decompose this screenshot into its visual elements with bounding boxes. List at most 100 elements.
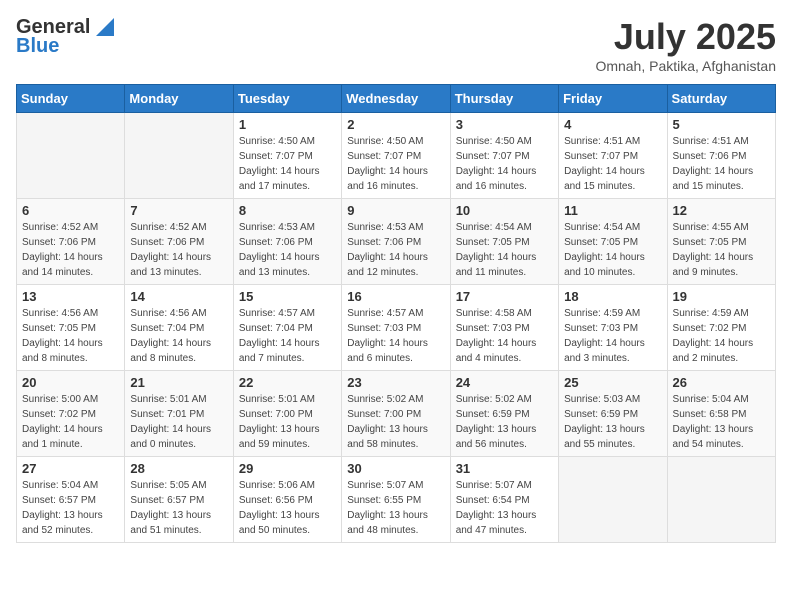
column-header-monday: Monday <box>125 85 233 113</box>
day-info: Sunrise: 5:03 AM Sunset: 6:59 PM Dayligh… <box>564 392 661 452</box>
day-info: Sunrise: 4:56 AM Sunset: 7:04 PM Dayligh… <box>130 306 227 366</box>
day-number: 1 <box>239 117 336 132</box>
day-number: 2 <box>347 117 444 132</box>
day-number: 25 <box>564 375 661 390</box>
calendar-cell: 18 Sunrise: 4:59 AM Sunset: 7:03 PM Dayli… <box>559 285 667 371</box>
day-info: Sunrise: 4:59 AM Sunset: 7:02 PM Dayligh… <box>673 306 770 366</box>
calendar-cell: 17Sunrise: 4:58 AM Sunset: 7:03 PM Dayli… <box>450 285 558 371</box>
day-info: Sunrise: 4:54 AM Sunset: 7:05 PM Dayligh… <box>564 220 661 280</box>
day-info: Sunrise: 4:54 AM Sunset: 7:05 PM Dayligh… <box>456 220 553 280</box>
day-number: 31 <box>456 461 553 476</box>
column-header-friday: Friday <box>559 85 667 113</box>
day-number: 20 <box>22 375 119 390</box>
calendar-cell: 21Sunrise: 5:01 AM Sunset: 7:01 PM Dayli… <box>125 371 233 457</box>
day-info: Sunrise: 5:04 AM Sunset: 6:58 PM Dayligh… <box>673 392 770 452</box>
calendar-cell: 19 Sunrise: 4:59 AM Sunset: 7:02 PM Dayli… <box>667 285 775 371</box>
day-info: Sunrise: 4:55 AM Sunset: 7:05 PM Dayligh… <box>673 220 770 280</box>
column-header-wednesday: Wednesday <box>342 85 450 113</box>
calendar-week-row: 20 Sunrise: 5:00 AM Sunset: 7:02 PM Dayli… <box>17 371 776 457</box>
column-header-sunday: Sunday <box>17 85 125 113</box>
day-number: 14 <box>130 289 227 304</box>
day-number: 18 <box>564 289 661 304</box>
day-info: Sunrise: 5:07 AM Sunset: 6:54 PM Dayligh… <box>456 478 553 538</box>
calendar-cell: 15 Sunrise: 4:57 AM Sunset: 7:04 PM Dayli… <box>233 285 341 371</box>
calendar-week-row: 1 Sunrise: 4:50 AM Sunset: 7:07 PM Daylig… <box>17 113 776 199</box>
day-number: 23 <box>347 375 444 390</box>
calendar-cell: 6 Sunrise: 4:52 AM Sunset: 7:06 PM Daylig… <box>17 199 125 285</box>
calendar-cell <box>559 457 667 543</box>
day-number: 8 <box>239 203 336 218</box>
page-header: General Blue July 2025 Omnah, Paktika, A… <box>16 16 776 74</box>
day-number: 3 <box>456 117 553 132</box>
day-info: Sunrise: 5:01 AM Sunset: 7:01 PM Dayligh… <box>130 392 227 452</box>
column-header-tuesday: Tuesday <box>233 85 341 113</box>
calendar-table: SundayMondayTuesdayWednesdayThursdayFrid… <box>16 84 776 543</box>
day-number: 10 <box>456 203 553 218</box>
calendar-cell: 4Sunrise: 4:51 AM Sunset: 7:07 PM Daylig… <box>559 113 667 199</box>
calendar-cell: 9Sunrise: 4:53 AM Sunset: 7:06 PM Daylig… <box>342 199 450 285</box>
page-title: July 2025 <box>595 16 776 58</box>
calendar-cell: 8 Sunrise: 4:53 AM Sunset: 7:06 PM Daylig… <box>233 199 341 285</box>
calendar-cell: 31 Sunrise: 5:07 AM Sunset: 6:54 PM Dayli… <box>450 457 558 543</box>
day-number: 4 <box>564 117 661 132</box>
day-number: 5 <box>673 117 770 132</box>
logo-text-blue: Blue <box>16 35 59 58</box>
day-number: 6 <box>22 203 119 218</box>
day-number: 24 <box>456 375 553 390</box>
day-number: 15 <box>239 289 336 304</box>
day-info: Sunrise: 4:57 AM Sunset: 7:03 PM Dayligh… <box>347 306 444 366</box>
day-number: 27 <box>22 461 119 476</box>
calendar-cell: 26 Sunrise: 5:04 AM Sunset: 6:58 PM Dayli… <box>667 371 775 457</box>
calendar-cell: 28Sunrise: 5:05 AM Sunset: 6:57 PM Dayli… <box>125 457 233 543</box>
day-info: Sunrise: 5:07 AM Sunset: 6:55 PM Dayligh… <box>347 478 444 538</box>
day-number: 11 <box>564 203 661 218</box>
day-info: Sunrise: 4:50 AM Sunset: 7:07 PM Dayligh… <box>347 134 444 194</box>
logo: General Blue <box>16 16 114 58</box>
calendar-cell: 12 Sunrise: 4:55 AM Sunset: 7:05 PM Dayli… <box>667 199 775 285</box>
calendar-cell: 11 Sunrise: 4:54 AM Sunset: 7:05 PM Dayli… <box>559 199 667 285</box>
day-info: Sunrise: 4:51 AM Sunset: 7:06 PM Dayligh… <box>673 134 770 194</box>
calendar-cell: 16 Sunrise: 4:57 AM Sunset: 7:03 PM Dayli… <box>342 285 450 371</box>
calendar-week-row: 13 Sunrise: 4:56 AM Sunset: 7:05 PM Dayli… <box>17 285 776 371</box>
calendar-cell: 13 Sunrise: 4:56 AM Sunset: 7:05 PM Dayli… <box>17 285 125 371</box>
day-number: 17 <box>456 289 553 304</box>
calendar-cell: 3 Sunrise: 4:50 AM Sunset: 7:07 PM Daylig… <box>450 113 558 199</box>
day-info: Sunrise: 4:56 AM Sunset: 7:05 PM Dayligh… <box>22 306 119 366</box>
day-info: Sunrise: 4:53 AM Sunset: 7:06 PM Dayligh… <box>239 220 336 280</box>
calendar-cell: 14 Sunrise: 4:56 AM Sunset: 7:04 PM Dayli… <box>125 285 233 371</box>
calendar-cell <box>667 457 775 543</box>
day-info: Sunrise: 4:59 AM Sunset: 7:03 PM Dayligh… <box>564 306 661 366</box>
day-number: 30 <box>347 461 444 476</box>
day-number: 22 <box>239 375 336 390</box>
day-number: 12 <box>673 203 770 218</box>
column-header-thursday: Thursday <box>450 85 558 113</box>
day-info: Sunrise: 4:52 AM Sunset: 7:06 PM Dayligh… <box>130 220 227 280</box>
calendar-cell: 1 Sunrise: 4:50 AM Sunset: 7:07 PM Daylig… <box>233 113 341 199</box>
calendar-cell: 10 Sunrise: 4:54 AM Sunset: 7:05 PM Dayli… <box>450 199 558 285</box>
day-info: Sunrise: 5:01 AM Sunset: 7:00 PM Dayligh… <box>239 392 336 452</box>
day-number: 13 <box>22 289 119 304</box>
calendar-cell: 25 Sunrise: 5:03 AM Sunset: 6:59 PM Dayli… <box>559 371 667 457</box>
day-info: Sunrise: 4:57 AM Sunset: 7:04 PM Dayligh… <box>239 306 336 366</box>
calendar-header-row: SundayMondayTuesdayWednesdayThursdayFrid… <box>17 85 776 113</box>
calendar-cell: 20 Sunrise: 5:00 AM Sunset: 7:02 PM Dayli… <box>17 371 125 457</box>
day-number: 26 <box>673 375 770 390</box>
day-info: Sunrise: 5:02 AM Sunset: 7:00 PM Dayligh… <box>347 392 444 452</box>
calendar-cell <box>125 113 233 199</box>
calendar-cell: 27Sunrise: 5:04 AM Sunset: 6:57 PM Dayli… <box>17 457 125 543</box>
day-info: Sunrise: 4:50 AM Sunset: 7:07 PM Dayligh… <box>456 134 553 194</box>
calendar-cell <box>17 113 125 199</box>
day-info: Sunrise: 5:00 AM Sunset: 7:02 PM Dayligh… <box>22 392 119 452</box>
page-subtitle: Omnah, Paktika, Afghanistan <box>595 58 776 74</box>
day-info: Sunrise: 4:50 AM Sunset: 7:07 PM Dayligh… <box>239 134 336 194</box>
calendar-cell: 2 Sunrise: 4:50 AM Sunset: 7:07 PM Daylig… <box>342 113 450 199</box>
day-number: 28 <box>130 461 227 476</box>
day-info: Sunrise: 4:52 AM Sunset: 7:06 PM Dayligh… <box>22 220 119 280</box>
day-number: 7 <box>130 203 227 218</box>
day-info: Sunrise: 5:06 AM Sunset: 6:56 PM Dayligh… <box>239 478 336 538</box>
day-number: 29 <box>239 461 336 476</box>
logo-arrow-icon <box>92 18 114 36</box>
day-number: 19 <box>673 289 770 304</box>
calendar-week-row: 6 Sunrise: 4:52 AM Sunset: 7:06 PM Daylig… <box>17 199 776 285</box>
day-number: 16 <box>347 289 444 304</box>
